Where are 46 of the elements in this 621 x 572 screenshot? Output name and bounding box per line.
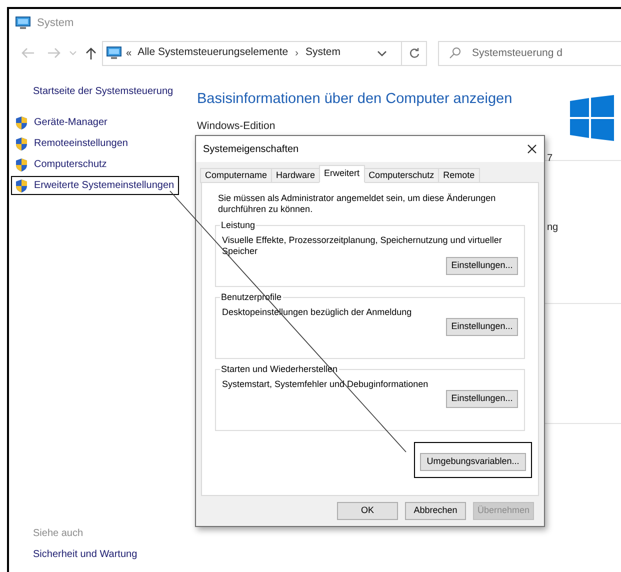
tab[interactable]: Remote — [438, 168, 480, 183]
dialog-title: Systemeigenschaften — [203, 142, 299, 156]
settings-button[interactable]: Einstellungen... — [446, 318, 518, 336]
breadcrumb-item[interactable]: Alle Systemsteuerungselemente — [138, 45, 288, 61]
dropdown-chevron-icon[interactable] — [377, 50, 387, 56]
section-heading: Windows-Edition — [197, 118, 276, 134]
breadcrumb-separator: › — [295, 46, 298, 60]
close-icon[interactable] — [527, 144, 537, 154]
see-also-heading: Siehe auch — [33, 527, 84, 541]
group-description: Systemstart, Systemfehler und Debuginformationen — [222, 378, 430, 390]
dialog-button[interactable]: OK — [337, 502, 398, 520]
shield-icon — [15, 158, 28, 172]
search-field[interactable]: Systemsteuerung d — [438, 40, 621, 66]
monitor-icon — [15, 16, 31, 30]
info-text: ng — [547, 221, 558, 235]
environment-variables-button[interactable]: Umgebungsvariablen... — [420, 452, 526, 471]
sidebar-link[interactable]: Remoteeinstellungen — [11, 134, 179, 153]
window-title: System — [37, 16, 74, 31]
breadcrumb-item[interactable]: System — [306, 45, 341, 61]
tab[interactable]: Erweitert — [319, 165, 365, 183]
group-description: Visuelle Effekte, Prozessorzeitplanung, Speichernutzung und virtueller Speicher — [222, 234, 503, 256]
tab[interactable]: Computername — [200, 168, 272, 183]
up-arrow-icon[interactable] — [85, 46, 97, 60]
shield-icon — [15, 178, 28, 192]
settings-button[interactable]: Einstellungen... — [446, 256, 518, 274]
notice-text: Sie müssen als Administrator angemeldet sein, um diese Änderungen durchführen zu können. — [218, 193, 497, 215]
dialog-button[interactable]: Abbrechen — [405, 502, 466, 520]
sidebar-link[interactable]: Geräte-Manager — [11, 113, 179, 132]
breadcrumb-overflow[interactable]: « — [126, 46, 132, 60]
tab[interactable]: Computerschutz — [364, 168, 440, 183]
page-heading: Basisinformationen über den Computer anzeigen — [197, 90, 514, 109]
refresh-button[interactable] — [402, 40, 427, 66]
monitor-icon — [106, 46, 122, 60]
info-text: 7 — [547, 152, 553, 166]
windows-logo-icon — [570, 95, 614, 141]
search-icon — [449, 46, 461, 58]
sidebar-link[interactable]: Erweiterte Systemeinstellungen — [11, 176, 179, 195]
address-bar[interactable]: « Alle Systemsteuerungselemente › System — [102, 40, 402, 66]
settings-button[interactable]: Einstellungen... — [446, 390, 518, 408]
see-also-link[interactable]: Sicherheit und Wartung — [33, 547, 195, 562]
shield-icon — [15, 116, 28, 130]
shield-icon — [15, 136, 28, 150]
sidebar-link[interactable]: Computerschutz — [11, 155, 179, 174]
refresh-icon — [408, 47, 420, 59]
home-link[interactable]: Startseite der Systemsteuerung — [33, 84, 195, 99]
group-label: Leistung — [220, 219, 256, 232]
